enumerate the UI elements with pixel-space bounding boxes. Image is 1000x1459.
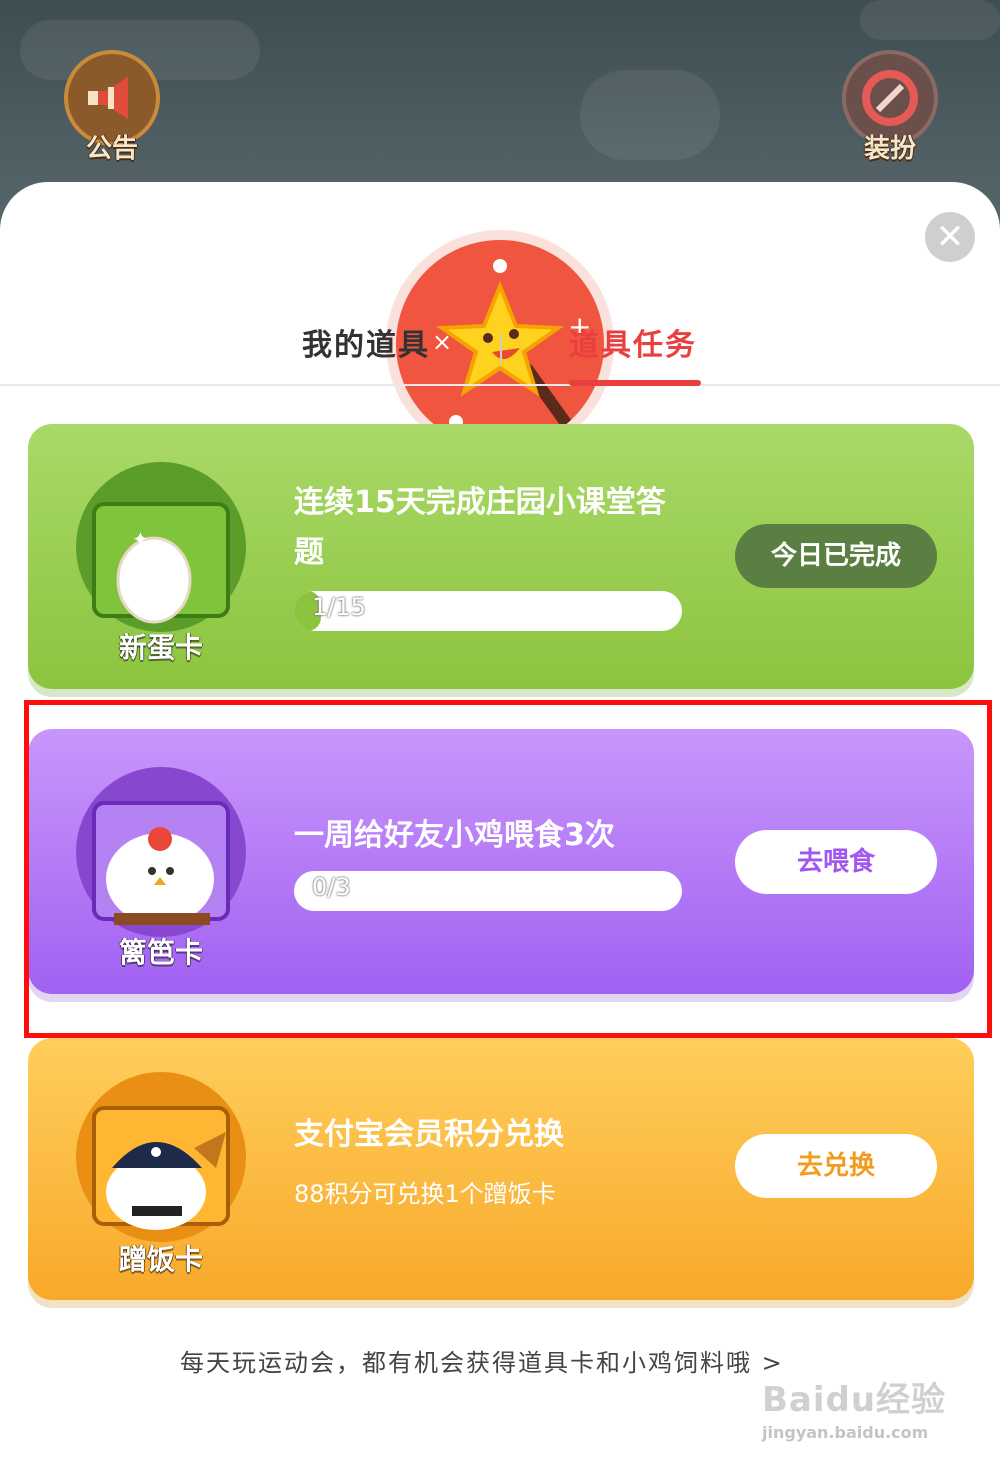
done-today-button[interactable]: 今日已完成 (735, 524, 937, 588)
task-progress-bar: 1/15 (294, 591, 682, 631)
tab-label: 我的道具 (302, 328, 430, 363)
watermark-main: Baidu经验 (762, 1380, 947, 1420)
highlight-box (24, 700, 992, 1038)
egg-card-icon: ✦ (76, 462, 246, 632)
dressup-label: 装扮 (863, 134, 916, 164)
baidu-watermark: Baidu经验 jingyan.baidu.com (762, 1372, 952, 1442)
card-name: 蹭饭卡 (118, 1243, 203, 1276)
footer-link[interactable]: 每天玩运动会，都有机会获得道具卡和小鸡饲料哦 > (180, 1343, 784, 1378)
dressup-button[interactable]: 装扮 (840, 50, 940, 170)
active-tab-indicator (569, 380, 701, 386)
announcement-button[interactable]: 公告 (62, 50, 162, 170)
close-button[interactable]: ✕ (925, 212, 975, 262)
task-subtitle: 88积分可兑换1个蹭饭卡 (294, 1180, 556, 1208)
meal-card-icon (76, 1072, 246, 1242)
task-title: 支付宝会员积分兑换 (294, 1117, 564, 1152)
task-card-free-meal: 蹭饭卡 支付宝会员积分兑换 88积分可兑换1个蹭饭卡 去兑换 (28, 1038, 974, 1300)
cloud-decoration (860, 0, 1000, 40)
cloud-decoration (580, 70, 720, 160)
tab-divider (500, 334, 502, 364)
card-name: 新蛋卡 (118, 631, 203, 664)
svg-text:✦: ✦ (132, 527, 149, 551)
watermark-sub: jingyan.baidu.com (762, 1423, 929, 1442)
tab-label: 道具任务 (569, 328, 697, 363)
tab-prop-tasks[interactable]: 道具任务 (569, 320, 701, 386)
announcement-label: 公告 (85, 134, 138, 164)
go-exchange-button[interactable]: 去兑换 (735, 1134, 937, 1198)
tab-my-props[interactable]: 我的道具 (302, 320, 430, 364)
task-card-new-egg: ✦ 新蛋卡 连续15天完成庄园小课堂答题 1/15 今日已完成 (28, 424, 974, 689)
tab-bar: 我的道具 道具任务 (0, 320, 1000, 386)
close-icon: ✕ (935, 217, 965, 257)
progress-text: 1/15 (312, 593, 366, 621)
task-title: 连续15天完成庄园小课堂答题 (294, 485, 666, 570)
